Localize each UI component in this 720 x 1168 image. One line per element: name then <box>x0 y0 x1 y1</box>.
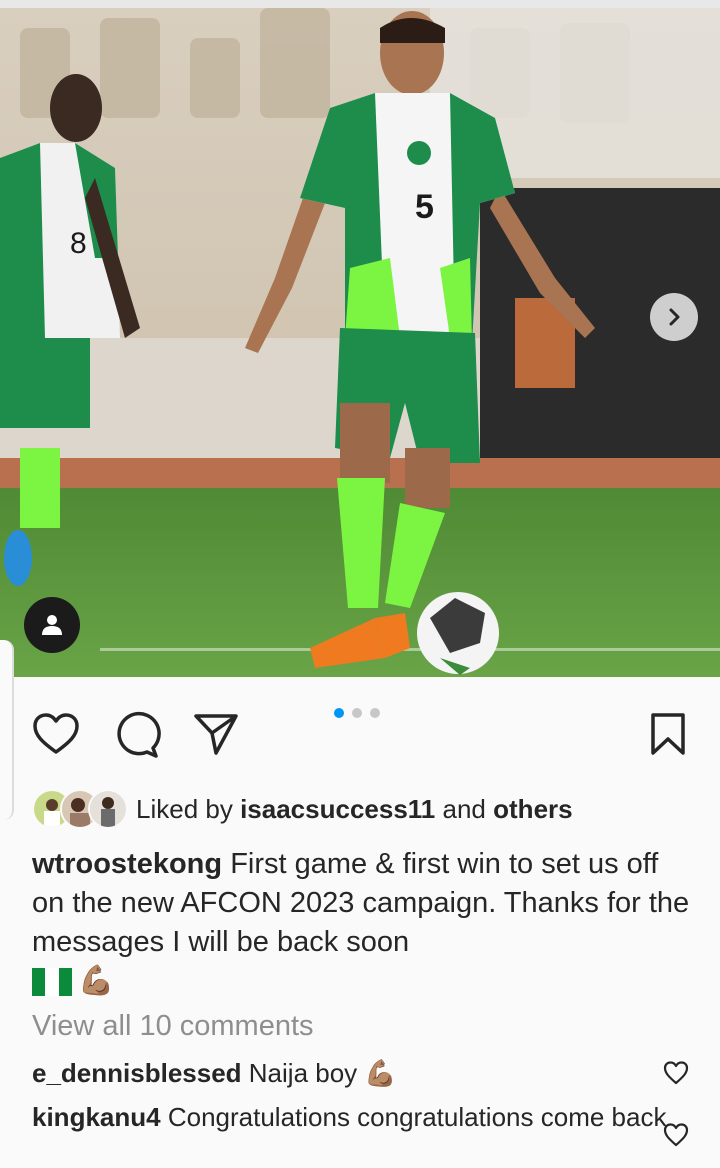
share-icon <box>194 714 238 755</box>
liked-by-and: and <box>442 793 486 824</box>
liked-by-prefix: Liked by <box>136 793 233 824</box>
view-all-comments-link[interactable]: View all 10 comments <box>32 1010 314 1043</box>
post-image[interactable]: 8 5 <box>0 0 720 677</box>
liker-avatars <box>32 789 128 829</box>
carousel-indicator <box>334 708 380 718</box>
caption-username[interactable]: wtroostekong <box>32 848 222 880</box>
liked-by-row[interactable]: Liked by isaacsuccess11 and others <box>32 788 573 830</box>
side-panel-edge <box>0 640 14 820</box>
next-image-button[interactable] <box>650 293 698 341</box>
comment-item: e_dennisblessed Naija boy 💪🏽 <box>32 1054 672 1092</box>
tagged-users-button[interactable] <box>24 597 80 653</box>
svg-text:5: 5 <box>415 188 434 226</box>
carousel-dot-active <box>334 708 344 718</box>
nigeria-flag-icon <box>32 968 72 997</box>
comment-icon <box>117 711 161 758</box>
comment-button[interactable] <box>110 710 162 760</box>
bookmark-icon <box>651 713 685 755</box>
liked-by-others[interactable]: others <box>493 794 572 825</box>
avatar <box>88 789 128 829</box>
comment-text: Congratulations congratulations come bac… <box>167 1102 667 1132</box>
save-button[interactable] <box>646 710 690 758</box>
liked-by-user[interactable]: isaacsuccess11 <box>240 794 435 825</box>
comment-like-heart-icon[interactable] <box>663 1060 689 1086</box>
carousel-dot <box>352 708 362 718</box>
heart-icon <box>33 713 79 754</box>
comment-username[interactable]: kingkanu4 <box>32 1102 161 1132</box>
like-button[interactable] <box>30 710 82 758</box>
comment-item: kingkanu4 Congratulations congratulation… <box>32 1098 672 1136</box>
chevron-right-icon <box>669 308 680 326</box>
football-player-photo: 8 5 <box>0 8 720 677</box>
comment-like-heart-icon[interactable] <box>663 1122 689 1148</box>
share-button[interactable] <box>190 710 242 758</box>
caption-emoji: 💪🏽 <box>78 965 115 997</box>
comment-username[interactable]: e_dennisblessed <box>32 1058 242 1088</box>
carousel-dot <box>370 708 380 718</box>
user-tag-icon <box>42 615 62 635</box>
post-caption: wtroostekong First game & first win to s… <box>32 845 692 1001</box>
svg-text:8: 8 <box>70 227 87 260</box>
comment-text: Naija boy 💪🏽 <box>248 1058 397 1088</box>
